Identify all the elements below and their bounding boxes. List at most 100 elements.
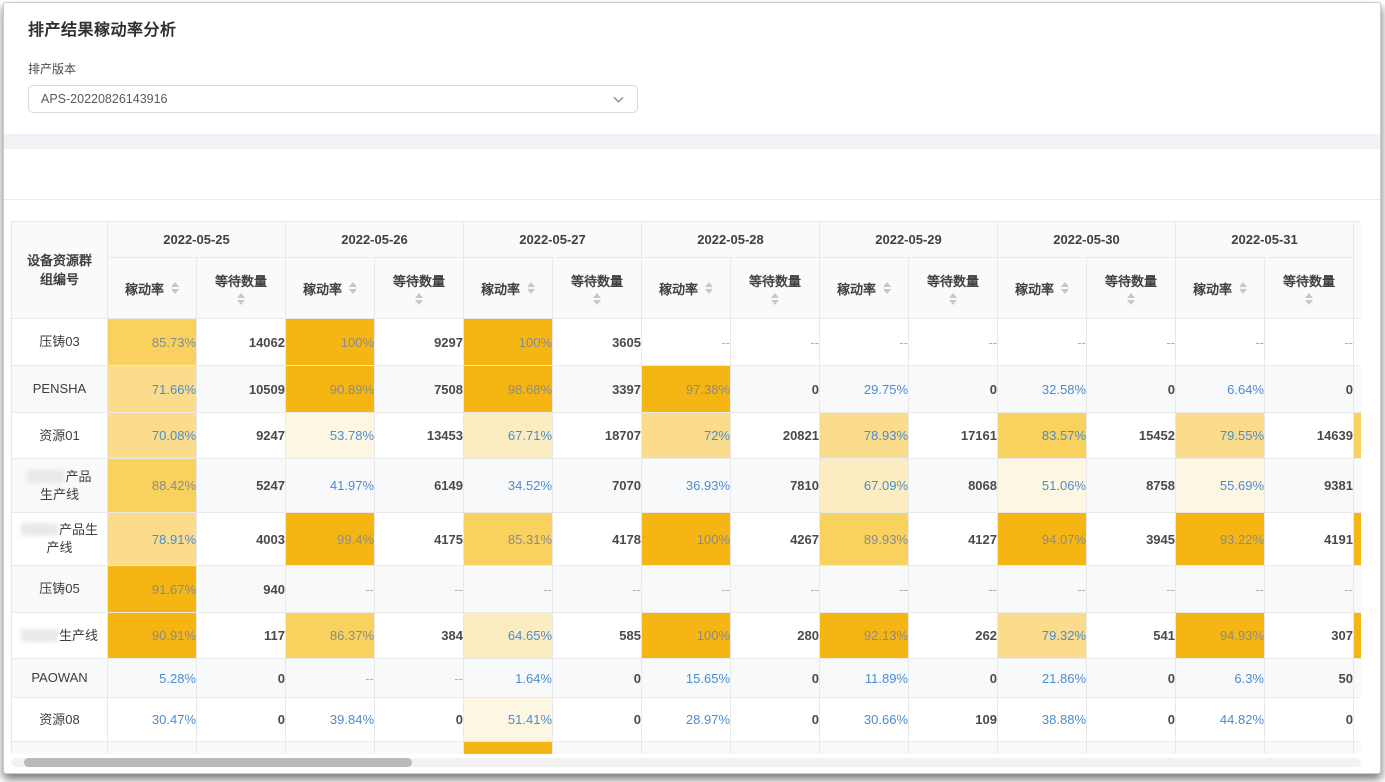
sort-caret-icon[interactable] — [593, 293, 601, 305]
utilization-cell: 97.38% — [642, 366, 731, 413]
waiting-qty-cell — [553, 742, 642, 755]
waiting-qty-cell: 17161 — [909, 413, 998, 459]
table-row: 产品生产线78.91%400399.4%417585.31%4178100%42… — [12, 513, 1362, 566]
util-column-header[interactable]: 稼动率 — [820, 258, 909, 319]
corner-header: 设备资源群组编号 — [12, 222, 108, 319]
utilization-cell: 85.73% — [108, 319, 197, 366]
util-column-header[interactable]: 稼动率 — [642, 258, 731, 319]
waiting-qty-cell: 940 — [197, 566, 286, 613]
sort-caret-icon[interactable] — [1305, 293, 1313, 305]
waiting-qty-cell: 0 — [1265, 698, 1354, 742]
sort-caret-icon[interactable] — [349, 282, 357, 294]
table-row: 资源0830.47%039.84%051.41%028.97%030.66%10… — [12, 698, 1362, 742]
utilization-cell: 38.88% — [998, 698, 1087, 742]
sort-caret-icon[interactable] — [1127, 293, 1135, 305]
utilization-cell: 91.67% — [108, 566, 197, 613]
wait-column-header[interactable]: 等待数量 — [375, 258, 464, 319]
horizontal-scrollbar-thumb[interactable] — [24, 758, 412, 767]
utilization-cell: 79.32% — [998, 613, 1087, 659]
waiting-qty-cell: 4267 — [731, 513, 820, 566]
header-card: 排产结果稼动率分析 排产版本 APS-20220826143916 — [4, 3, 1380, 134]
waiting-qty-cell: -- — [909, 319, 998, 366]
utilization-cell: -- — [286, 659, 375, 698]
waiting-qty-cell: 0 — [1265, 366, 1354, 413]
utilization-cell: 98.68% — [464, 366, 553, 413]
offscreen-utilization-cell — [1354, 413, 1362, 459]
wait-column-header[interactable]: 等待数量 — [553, 258, 642, 319]
sort-caret-icon[interactable] — [415, 293, 423, 305]
utilization-cell: 6.3% — [1176, 659, 1265, 698]
version-label: 排产版本 — [28, 60, 1380, 77]
waiting-qty-cell: 50 — [1265, 659, 1354, 698]
row-name-cell — [12, 742, 108, 755]
utilization-cell: -- — [820, 319, 909, 366]
wait-column-header[interactable]: 等待数量 — [1087, 258, 1176, 319]
utilization-cell: -- — [642, 319, 731, 366]
wait-column-header[interactable]: 等待数量 — [909, 258, 998, 319]
utilization-cell: 30.66% — [820, 698, 909, 742]
utilization-cell: 100% — [642, 613, 731, 659]
waiting-qty-cell: 13453 — [375, 413, 464, 459]
waiting-qty-cell: 541 — [1087, 613, 1176, 659]
sort-caret-icon[interactable] — [527, 282, 535, 294]
waiting-qty-cell: -- — [375, 659, 464, 698]
util-column-header[interactable]: 稼动率 — [1176, 258, 1265, 319]
offscreen-utilization-cell — [1354, 459, 1362, 513]
utilization-cell: 94.07% — [998, 513, 1087, 566]
waiting-qty-cell: 0 — [553, 659, 642, 698]
waiting-qty-cell: 8758 — [1087, 459, 1176, 513]
waiting-qty-cell: 7508 — [375, 366, 464, 413]
utilization-cell: 89.93% — [820, 513, 909, 566]
util-column-header[interactable]: 稼动率 — [998, 258, 1087, 319]
waiting-qty-cell: 10509 — [197, 366, 286, 413]
wait-column-header[interactable]: 等待数量 — [1265, 258, 1354, 319]
sort-caret-icon[interactable] — [171, 282, 179, 294]
wait-column-header[interactable]: 等待数量 — [197, 258, 286, 319]
sort-caret-icon[interactable] — [771, 293, 779, 305]
utilization-cell: -- — [286, 566, 375, 613]
sort-caret-icon[interactable] — [949, 293, 957, 305]
waiting-qty-cell: 4178 — [553, 513, 642, 566]
offscreen-utilization-cell — [1354, 698, 1362, 742]
utilization-cell: 70.08% — [108, 413, 197, 459]
wait-column-header[interactable]: 等待数量 — [731, 258, 820, 319]
waiting-qty-cell: 4127 — [909, 513, 998, 566]
table-row: 产品生产线88.42%524741.97%614934.52%707036.93… — [12, 459, 1362, 513]
row-name-cell: 资源01 — [12, 413, 108, 459]
sort-caret-icon[interactable] — [237, 293, 245, 305]
sort-caret-icon[interactable] — [1239, 282, 1247, 294]
waiting-qty-cell: 0 — [731, 698, 820, 742]
redacted-text-blur — [21, 629, 58, 642]
util-column-header[interactable]: 稼动率 — [108, 258, 197, 319]
row-name-cell: 生产线 — [12, 613, 108, 659]
app-window: 排产结果稼动率分析 排产版本 APS-20220826143916 设备资源群组… — [3, 2, 1381, 774]
waiting-qty-cell: 0 — [909, 366, 998, 413]
utilization-cell: 94.93% — [1176, 613, 1265, 659]
utilization-cell — [108, 742, 197, 755]
utilization-cell: 51.41% — [464, 698, 553, 742]
horizontal-scrollbar-track[interactable] — [11, 758, 1361, 767]
utilization-cell: -- — [998, 319, 1087, 366]
redacted-text-blur — [27, 470, 64, 483]
waiting-qty-cell: -- — [553, 566, 642, 613]
waiting-qty-cell — [1087, 742, 1176, 755]
offscreen-utilization-cell — [1354, 566, 1362, 613]
sort-caret-icon[interactable] — [1061, 282, 1069, 294]
version-select[interactable]: APS-20220826143916 — [28, 85, 638, 113]
waiting-qty-cell: 0 — [197, 698, 286, 742]
sort-caret-icon[interactable] — [883, 282, 891, 294]
waiting-qty-cell — [1265, 742, 1354, 755]
waiting-qty-cell — [375, 742, 464, 755]
waiting-qty-cell: -- — [1087, 319, 1176, 366]
offscreen-utilization-cell — [1354, 513, 1362, 566]
utilization-cell: 92.13% — [820, 613, 909, 659]
sort-caret-icon[interactable] — [705, 282, 713, 294]
waiting-qty-cell: 0 — [731, 366, 820, 413]
utilization-cell: 36.93% — [642, 459, 731, 513]
utilization-cell: 71.66% — [108, 366, 197, 413]
utilization-cell: 99.4% — [286, 513, 375, 566]
util-column-header[interactable]: 稼动率 — [286, 258, 375, 319]
util-column-header[interactable]: 稼动率 — [464, 258, 553, 319]
waiting-qty-cell: 8068 — [909, 459, 998, 513]
waiting-qty-cell: 384 — [375, 613, 464, 659]
